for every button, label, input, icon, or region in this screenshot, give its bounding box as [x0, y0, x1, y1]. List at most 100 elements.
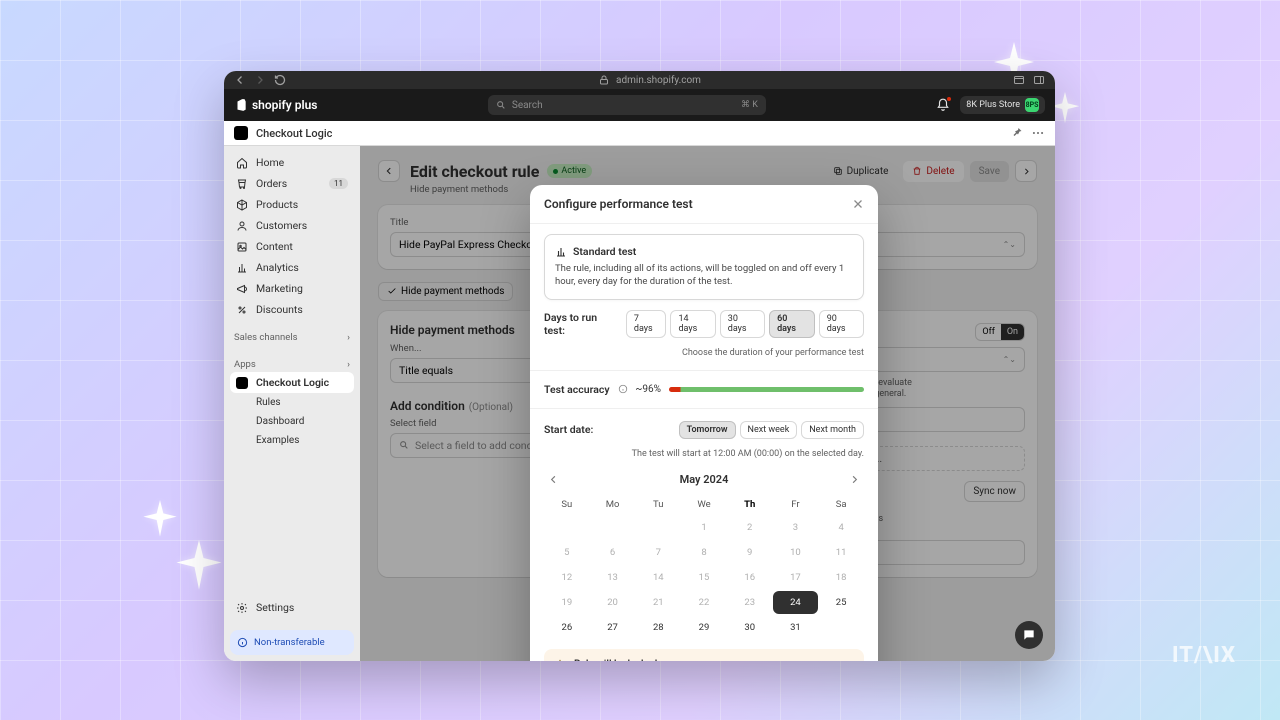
sidebar-app-checkout-logic[interactable]: Checkout Logic: [230, 372, 354, 393]
calendar-day-26[interactable]: 26: [544, 616, 590, 639]
search-kbd: ⌘ K: [741, 100, 758, 110]
calendar-day-20: 20: [590, 591, 636, 614]
performance-test-modal: Configure performance test Standard test…: [530, 185, 878, 661]
calendar-day-4: 4: [818, 516, 864, 539]
calendar-day-16: 16: [727, 566, 773, 589]
days-option-90days[interactable]: 90 days: [819, 310, 864, 338]
calendar-day-17: 17: [773, 566, 819, 589]
sidebar-item-discounts[interactable]: Discounts: [230, 299, 354, 320]
prev-month-button[interactable]: [546, 473, 560, 487]
sidebar-item-products[interactable]: Products: [230, 194, 354, 215]
sidebar-subitem-dashboard[interactable]: Dashboard: [230, 412, 354, 431]
calendar-day-1: 1: [681, 516, 727, 539]
calendar-day-8: 8: [681, 541, 727, 564]
days-option-7days[interactable]: 7 days: [626, 310, 667, 338]
start-option-next-week[interactable]: Next week: [740, 421, 798, 439]
dow-tu: Tu: [635, 495, 681, 514]
more-icon[interactable]: [1031, 126, 1045, 140]
calendar-day-19: 19: [544, 591, 590, 614]
chat-button[interactable]: [1015, 621, 1043, 649]
sidebar: HomeOrders11ProductsCustomersContentAnal…: [224, 146, 360, 661]
sidebar-item-home[interactable]: Home: [230, 152, 354, 173]
search-icon: [496, 100, 506, 110]
start-option-tomorrow[interactable]: Tomorrow: [679, 421, 736, 439]
lock-warning: Rule will be locked This rule will be lo…: [544, 649, 864, 661]
dow-sa: Sa: [818, 495, 864, 514]
sidebar-item-settings[interactable]: Settings: [230, 597, 354, 618]
browser-chrome: admin.shopify.com: [224, 71, 1055, 89]
calendar-day-23: 23: [727, 591, 773, 614]
calendar-day-28[interactable]: 28: [635, 616, 681, 639]
calendar-day-10: 10: [773, 541, 819, 564]
sidebar-item-analytics[interactable]: Analytics: [230, 257, 354, 278]
avatar: 8PS: [1025, 98, 1039, 112]
info-icon: [237, 637, 248, 648]
orders-icon: [236, 178, 248, 190]
calendar-day-5: 5: [544, 541, 590, 564]
calendar-day-29[interactable]: 29: [681, 616, 727, 639]
accuracy-bar: [669, 387, 864, 392]
watermark: IT/\IX: [1172, 643, 1236, 668]
pin-icon[interactable]: [1011, 126, 1023, 140]
sidebar-item-content[interactable]: Content: [230, 236, 354, 257]
badge: 11: [329, 178, 348, 189]
search-input[interactable]: Search ⌘ K: [488, 95, 766, 115]
sidebar-subitem-examples[interactable]: Examples: [230, 431, 354, 450]
app-window: admin.shopify.com shopify plus Search ⌘ …: [224, 71, 1055, 661]
non-transferable-banner: Non-transferable: [230, 630, 354, 655]
calendar-day-12: 12: [544, 566, 590, 589]
dow-fr: Fr: [773, 495, 819, 514]
calendar-day-9: 9: [727, 541, 773, 564]
sidebar-item-orders[interactable]: Orders11: [230, 173, 354, 194]
analytics-icon: [236, 262, 248, 274]
calendar-day-13: 13: [590, 566, 636, 589]
sidebar-item-customers[interactable]: Customers: [230, 215, 354, 236]
calendar-month: May 2024: [680, 473, 729, 486]
days-option-30days[interactable]: 30 days: [720, 310, 765, 338]
days-option-14days[interactable]: 14 days: [670, 310, 715, 338]
modal-title: Configure performance test: [544, 197, 693, 211]
discounts-icon: [236, 304, 248, 316]
dow-th: Th: [727, 495, 773, 514]
products-icon: [236, 199, 248, 211]
dow-we: We: [681, 495, 727, 514]
sidebar-item-marketing[interactable]: Marketing: [230, 278, 354, 299]
customers-icon: [236, 220, 248, 232]
accuracy-value: ~96%: [636, 384, 661, 395]
calendar-day-22: 22: [681, 591, 727, 614]
sidebar-icon[interactable]: [1033, 74, 1045, 86]
app-icon: [234, 126, 248, 140]
calendar-day-21: 21: [635, 591, 681, 614]
url: admin.shopify.com: [616, 75, 701, 86]
calendar-day-7: 7: [635, 541, 681, 564]
close-icon[interactable]: [852, 198, 864, 210]
app-dot-icon: [236, 377, 248, 389]
panel-icon[interactable]: [1013, 74, 1025, 86]
reload-icon[interactable]: [274, 74, 286, 86]
calendar-day-30[interactable]: 30: [727, 616, 773, 639]
calendar-day-2: 2: [727, 516, 773, 539]
sales-channels-header[interactable]: Sales channels ›: [224, 326, 360, 345]
notifications-icon[interactable]: [936, 98, 950, 112]
next-month-button[interactable]: [848, 473, 862, 487]
back-icon[interactable]: [234, 74, 246, 86]
days-option-60days[interactable]: 60 days: [769, 310, 815, 338]
forward-icon[interactable]: [254, 74, 266, 86]
chevron-right-icon: ›: [347, 359, 350, 370]
calendar-day-31[interactable]: 31: [773, 616, 819, 639]
store-switcher[interactable]: 8K Plus Store 8PS: [960, 96, 1045, 114]
topbar: shopify plus Search ⌘ K 8K Plus Store 8P…: [224, 89, 1055, 121]
info-icon[interactable]: [618, 384, 628, 394]
calendar-day-3: 3: [773, 516, 819, 539]
sidebar-subitem-rules[interactable]: Rules: [230, 393, 354, 412]
standard-test-option[interactable]: Standard test The rule, including all of…: [544, 234, 864, 300]
calendar-day-27[interactable]: 27: [590, 616, 636, 639]
calendar-day-24[interactable]: 24: [773, 591, 819, 614]
calendar-day-11: 11: [818, 541, 864, 564]
apps-header[interactable]: Apps ›: [224, 353, 360, 372]
marketing-icon: [236, 283, 248, 295]
calendar-day-25[interactable]: 25: [818, 591, 864, 614]
content-icon: [236, 241, 248, 253]
gear-icon: [236, 602, 248, 614]
start-option-next-month[interactable]: Next month: [801, 421, 864, 439]
